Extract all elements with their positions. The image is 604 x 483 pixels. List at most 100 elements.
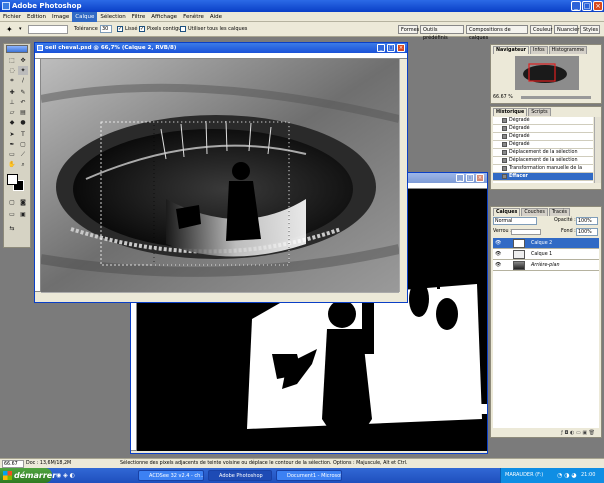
lasso-icon[interactable]: ◌ [7, 66, 17, 75]
menu-aide[interactable]: Aide [207, 12, 225, 22]
taskbar-item-word[interactable]: Document1 - Microsof... [276, 470, 342, 481]
tab-couches[interactable]: Couches [521, 208, 548, 216]
lock-buttons[interactable] [511, 229, 541, 235]
doc-window-main[interactable]: oeil cheval.psd @ 66,7% (Calque 2, RVB/8… [34, 42, 408, 303]
new-layer-icon[interactable]: ▣ [582, 430, 587, 436]
navigator-thumbnail[interactable] [515, 56, 579, 90]
tray-drive-label[interactable]: MARAUDER (F:) [505, 468, 543, 483]
tab-scripts[interactable]: Scripts [528, 108, 551, 116]
status-zoom[interactable]: 66.67 % [2, 460, 24, 474]
screen-mode-full-icon[interactable]: ▣ [18, 210, 28, 219]
standard-mode-icon[interactable]: ▢ [7, 198, 17, 207]
tab-traces[interactable]: Tracés [548, 208, 571, 216]
history-brush-icon[interactable]: ↶ [18, 98, 28, 107]
shape-icon[interactable]: ▢ [18, 140, 28, 149]
layer-style-icon[interactable]: ƒ [561, 430, 563, 436]
well-couleur[interactable]: Couleur [530, 25, 552, 34]
taskbar-item-photoshop[interactable]: Adobe Photoshop [208, 470, 272, 481]
selection-mode-buttons[interactable] [28, 25, 68, 34]
layer-row[interactable]: 👁 Calque 1 [493, 249, 599, 260]
history-row[interactable]: Dégradé [493, 117, 593, 125]
tray-icons[interactable]: ◔ ◑ ◕ [557, 468, 577, 483]
taskbar-item-acdsee[interactable]: ACDSee 32 v2.4 - ch... [138, 470, 204, 481]
vertical-scrollbar[interactable] [399, 59, 407, 292]
eye-icon[interactable]: 👁 [495, 241, 501, 246]
folder-icon[interactable]: ▭ [576, 430, 581, 436]
menu-selection[interactable]: Sélection [97, 12, 128, 22]
move-icon[interactable]: ✥ [18, 56, 28, 65]
marquee-icon[interactable]: ⬚ [7, 56, 17, 65]
tolerance-input[interactable]: 30 [100, 25, 112, 33]
pen-icon[interactable]: ✒ [7, 140, 17, 149]
tab-navigateur[interactable]: Navigateur [493, 46, 530, 54]
crop-icon[interactable]: ⌗ [7, 76, 17, 85]
notes-icon[interactable]: ▭ [7, 150, 17, 159]
dodge-icon[interactable]: ● [18, 118, 28, 127]
layer-row[interactable]: 👁 Arrière-plan [493, 260, 599, 271]
minimize-icon[interactable]: _ [377, 44, 385, 52]
all-layers-checkbox[interactable] [180, 26, 186, 32]
adobe-online-icon[interactable] [6, 45, 28, 53]
history-row[interactable]: Dégradé [493, 141, 593, 149]
doc-main-canvas[interactable] [41, 59, 399, 292]
history-row[interactable]: Dégradé [493, 125, 593, 133]
well-nuancier[interactable]: Nuancier [554, 25, 579, 34]
minimize-icon[interactable]: _ [456, 174, 464, 182]
tab-calques[interactable]: Calques [493, 208, 521, 216]
fill-input[interactable]: 100% [576, 228, 598, 236]
menu-filtre[interactable]: Filtre [129, 12, 149, 22]
imageready-icon[interactable]: ⇆ [7, 224, 17, 233]
quicklaunch-icons[interactable]: ◉ ◈ ◐ [56, 470, 84, 481]
slice-icon[interactable]: ∕ [18, 76, 28, 85]
mask-icon[interactable]: ◘ [564, 430, 568, 436]
magic-wand-tool-icon[interactable]: ✦ [18, 66, 28, 75]
history-row-current[interactable]: Effacer [493, 173, 593, 181]
text-icon[interactable]: T [18, 130, 28, 139]
eye-icon[interactable]: 👁 [495, 252, 501, 257]
close-icon[interactable]: × [397, 44, 405, 52]
stamp-icon[interactable]: ⊥ [7, 98, 17, 107]
path-select-icon[interactable]: ➤ [7, 130, 17, 139]
eraser-icon[interactable]: ▱ [7, 108, 17, 117]
menu-fenetre[interactable]: Fenêtre [180, 12, 207, 22]
well-outils-predefinis[interactable]: Outils prédéfinis [420, 25, 464, 41]
magic-wand-icon[interactable]: ✦ [6, 25, 16, 34]
brush-icon[interactable]: ✎ [18, 88, 28, 97]
navigator-zoom[interactable]: 66.67 % [493, 95, 513, 100]
tab-historique[interactable]: Historique [493, 108, 528, 116]
hand-icon[interactable]: ✋ [7, 160, 17, 169]
history-row[interactable]: Dégradé [493, 133, 593, 141]
healing-icon[interactable]: ✚ [7, 88, 17, 97]
pixels-contigus-checkbox[interactable]: ✓ [139, 26, 145, 32]
menu-calque[interactable]: Calque [72, 12, 98, 22]
tab-infos[interactable]: Infos [530, 46, 548, 54]
gradient-icon[interactable]: ▤ [18, 108, 28, 117]
zoom-slider[interactable] [521, 96, 591, 99]
close-icon[interactable]: × [593, 1, 603, 11]
trash-icon[interactable]: 🗑 [589, 430, 595, 436]
history-row[interactable]: Déplacement de la sélection [493, 149, 593, 157]
maximize-icon[interactable]: □ [582, 1, 592, 11]
zoom-icon[interactable]: ⌕ [18, 160, 28, 169]
opacity-input[interactable]: 100% [576, 217, 598, 225]
horizontal-scrollbar[interactable] [41, 292, 399, 302]
tab-histogramme[interactable]: Histogramme [548, 46, 588, 54]
well-compositions[interactable]: Compositions de calques [466, 25, 528, 41]
menu-image[interactable]: Image [49, 12, 72, 22]
well-formes[interactable]: Formes [398, 25, 419, 34]
blur-icon[interactable]: ◆ [7, 118, 17, 127]
adjustment-icon[interactable]: ◐ [570, 430, 574, 436]
well-styles[interactable]: Styles [580, 25, 600, 34]
menu-affichage[interactable]: Affichage [148, 12, 180, 22]
foreground-color-swatch[interactable] [7, 174, 18, 185]
screen-mode-standard-icon[interactable]: ▭ [7, 210, 17, 219]
maximize-icon[interactable]: □ [466, 174, 474, 182]
menu-fichier[interactable]: Fichier [0, 12, 24, 22]
history-scrollbar[interactable] [594, 117, 601, 183]
close-icon[interactable]: × [476, 174, 484, 182]
quickmask-mode-icon[interactable]: ◙ [18, 198, 28, 207]
eye-icon[interactable]: 👁 [495, 263, 501, 268]
maximize-icon[interactable]: □ [387, 44, 395, 52]
history-row[interactable]: Transformation manuelle de la sél... [493, 165, 593, 179]
blend-mode-select[interactable]: Normal [493, 217, 537, 225]
